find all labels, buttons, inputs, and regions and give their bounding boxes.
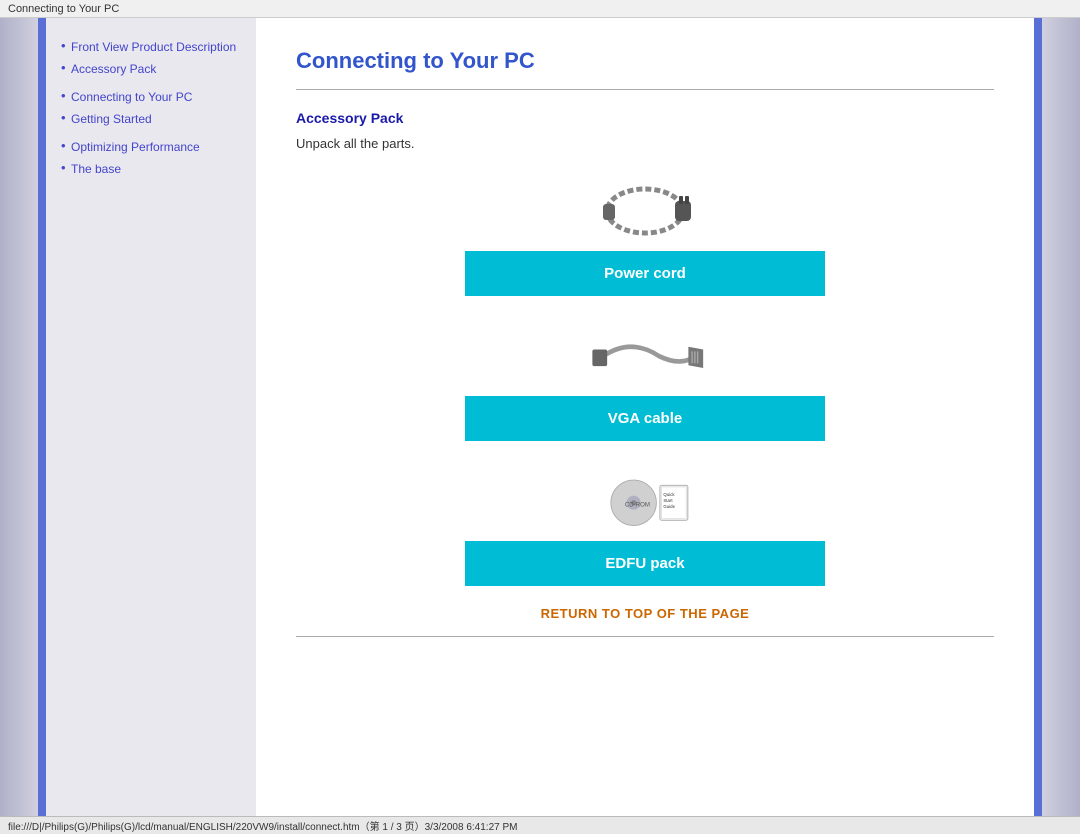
titlebar-text: Connecting to Your PC [8, 3, 119, 15]
main-content: Connecting to Your PC Accessory Pack Unp… [256, 18, 1034, 816]
sidebar-link[interactable]: Accessory Pack [71, 62, 156, 76]
sidebar-item: Optimizing Performance [61, 138, 246, 156]
return-link-container: RETURN TO TOP OF THE PAGE [296, 606, 994, 621]
edfu-pack-svg: CD-ROM Quick Start Guide [585, 466, 705, 536]
svg-text:Start: Start [663, 498, 673, 503]
bottom-divider [296, 636, 994, 637]
edfu-pack-item: CD-ROM Quick Start Guide EDFU pack [296, 461, 994, 586]
statusbar: file:///D|/Philips(G)/Philips(G)/lcd/man… [0, 816, 1080, 834]
sidebar-link[interactable]: Optimizing Performance [71, 140, 200, 154]
svg-text:Quick: Quick [663, 492, 675, 497]
statusbar-text: file:///D|/Philips(G)/Philips(G)/lcd/man… [8, 818, 517, 833]
vga-cable-svg [585, 321, 705, 391]
page-title: Connecting to Your PC [296, 48, 994, 74]
svg-text:Guide: Guide [663, 504, 675, 509]
sidebar-link[interactable]: Front View Product Description [71, 40, 236, 54]
sidebar-item: Getting Started [61, 110, 246, 128]
sidebar-item: Accessory Pack [61, 60, 246, 78]
power-cord-label: Power cord [465, 251, 825, 296]
sidebar-link[interactable]: The base [71, 162, 121, 176]
power-cord-image [575, 171, 715, 251]
right-blue-bar [1034, 18, 1042, 816]
svg-text:CD-ROM: CD-ROM [625, 501, 650, 508]
vga-cable-label: VGA cable [465, 396, 825, 441]
edfu-pack-label: EDFU pack [465, 541, 825, 586]
sidebar-item: The base [61, 160, 246, 178]
sidebar-link[interactable]: Connecting to Your PC [71, 90, 192, 104]
edfu-pack-image: CD-ROM Quick Start Guide [575, 461, 715, 541]
sidebar: Front View Product Description Accessory … [46, 18, 256, 816]
power-cord-svg [585, 176, 705, 246]
vga-cable-item: VGA cable [296, 316, 994, 441]
power-cord-item: Power cord [296, 171, 994, 296]
top-divider [296, 89, 994, 90]
sidebar-item: Connecting to Your PC [61, 88, 246, 106]
section-heading: Accessory Pack [296, 110, 994, 126]
return-to-top-link[interactable]: RETURN TO TOP OF THE PAGE [541, 606, 750, 621]
vga-cable-image [575, 316, 715, 396]
sidebar-link[interactable]: Getting Started [71, 112, 152, 126]
intro-text: Unpack all the parts. [296, 136, 994, 151]
right-accent [1042, 18, 1080, 816]
sidebar-item: Front View Product Description [61, 38, 246, 56]
titlebar: Connecting to Your PC [0, 0, 1080, 18]
left-blue-bar [38, 18, 46, 816]
left-accent [0, 18, 38, 816]
